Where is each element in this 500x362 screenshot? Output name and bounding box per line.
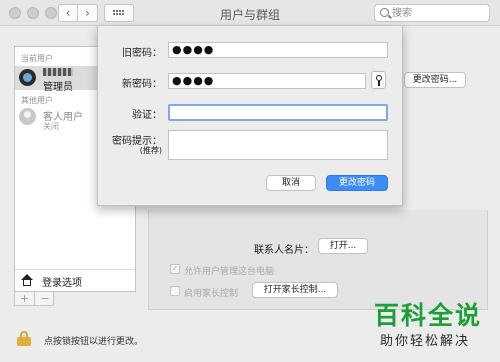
password-hint-field[interactable]: [168, 130, 388, 160]
parental-controls-label: 启用家长控制: [184, 289, 239, 299]
open-contact-button[interactable]: 打开...: [318, 238, 368, 254]
user-name-redacted: [43, 68, 73, 76]
confirm-change-password-button[interactable]: 更改密码: [326, 175, 388, 191]
user-avatar: [19, 69, 36, 86]
lock-icon[interactable]: [17, 331, 31, 346]
watermark-title: 百科全说: [374, 301, 483, 330]
guest-avatar: [19, 108, 36, 125]
contact-card-label: 联系人名片：: [254, 245, 314, 256]
title-bar: ‹ › 用户与群组: [0, 0, 500, 26]
add-user-button[interactable]: +: [15, 292, 35, 305]
parental-controls-checkbox[interactable]: [170, 286, 180, 296]
open-parental-controls-button[interactable]: 打开家长控制...: [252, 282, 338, 298]
new-password-field[interactable]: ●●●●: [168, 73, 366, 89]
old-password-field[interactable]: ●●●●: [168, 42, 388, 58]
allow-admin-label: 允许用户管理这台电脑: [184, 267, 275, 277]
allow-admin-checkbox[interactable]: ✓: [170, 264, 180, 274]
house-icon: [21, 274, 33, 286]
key-icon: [376, 75, 382, 86]
watermark-subtitle: 助你轻松解决: [380, 334, 471, 349]
change-password-dialog: 旧密码： ●●●● 新密码： ●●●● 验证： 密码提示： (推荐) 取消 更改…: [97, 26, 403, 206]
old-password-label: 旧密码：: [122, 48, 162, 59]
verify-label: 验证：: [132, 110, 162, 121]
current-users-header: 当前用户: [21, 54, 53, 63]
password-assistant-button[interactable]: [371, 71, 386, 89]
search-input[interactable]: [392, 6, 487, 20]
remove-user-button[interactable]: −: [35, 292, 55, 305]
password-hint-sublabel: (推荐): [139, 146, 162, 155]
other-users-header: 其他用户: [21, 96, 53, 105]
user-role: 管理员: [43, 82, 73, 93]
lock-hint-text: 点按锁按钮以进行更改。: [44, 337, 144, 347]
change-password-button[interactable]: 更改密码...: [404, 72, 466, 88]
verify-password-field[interactable]: [168, 104, 388, 121]
new-password-label: 新密码：: [122, 79, 162, 90]
cancel-button[interactable]: 取消: [266, 175, 316, 191]
add-remove-bar: + −: [14, 292, 54, 306]
search-field[interactable]: [374, 4, 490, 22]
guest-user-status: 关闭: [43, 122, 59, 131]
login-options-label: 登录选项: [42, 278, 82, 289]
login-options-item[interactable]: 登录选项: [15, 269, 135, 291]
search-icon: [380, 8, 389, 17]
watermark: 百科全说 助你轻松解决: [366, 296, 496, 358]
